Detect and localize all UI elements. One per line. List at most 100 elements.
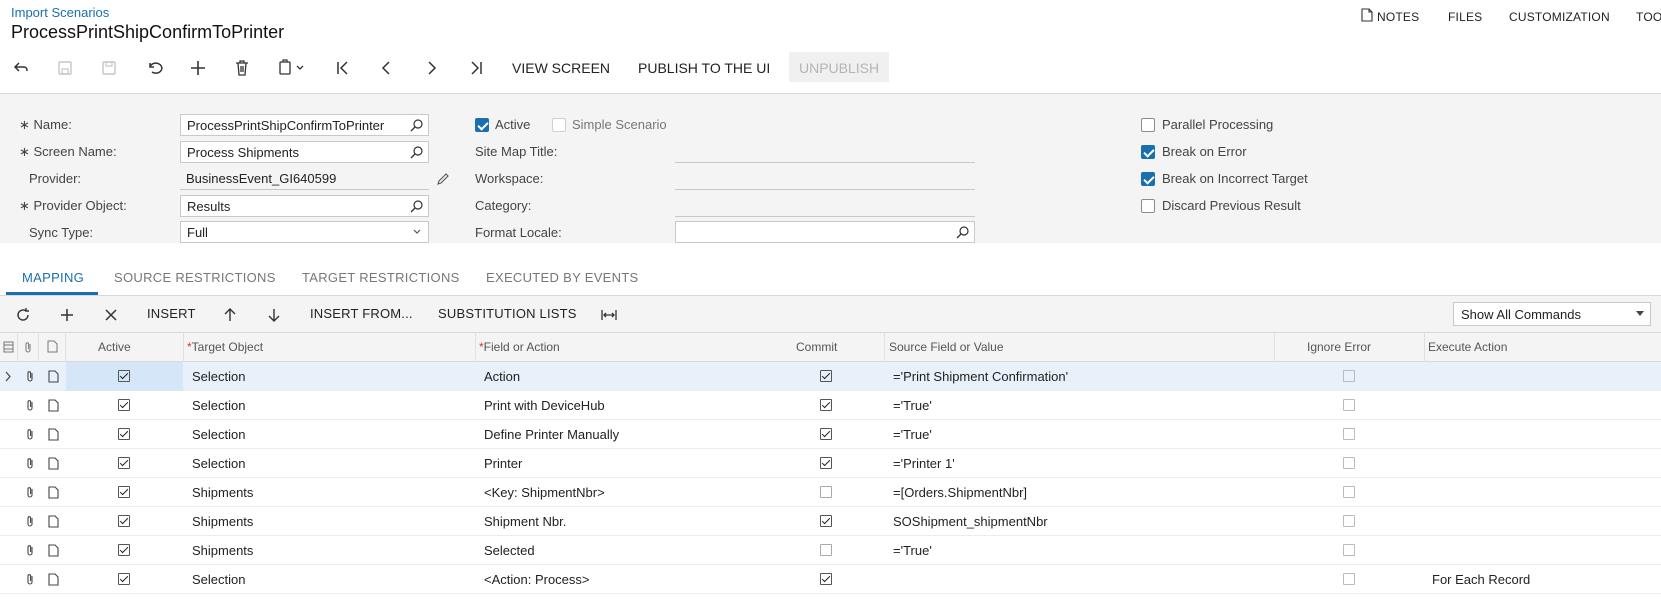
table-row[interactable]: Shipments Shipment Nbr. SOShipment_shipmen… bbox=[0, 507, 1661, 536]
active-checkbox[interactable] bbox=[475, 118, 489, 132]
col-source-field[interactable]: Source Field or Value bbox=[889, 340, 1004, 354]
col-ignore-error[interactable]: Ignore Error bbox=[1307, 340, 1371, 354]
field-or-action-cell[interactable]: Print with DeviceHub bbox=[484, 398, 605, 413]
attachment-icon[interactable] bbox=[25, 544, 35, 557]
target-object-cell[interactable]: Selection bbox=[192, 398, 245, 413]
source-field-cell[interactable]: =[Orders.ShipmentNbr] bbox=[893, 485, 1027, 500]
category-field[interactable] bbox=[675, 195, 975, 217]
row-active-checkbox[interactable] bbox=[118, 457, 130, 469]
col-field-or-action[interactable]: *Field or Action bbox=[479, 340, 560, 354]
add-icon[interactable] bbox=[187, 57, 209, 79]
table-row[interactable]: Selection Printer ='Printer 1' bbox=[0, 449, 1661, 478]
ignore-error-checkbox[interactable] bbox=[1343, 486, 1355, 498]
ignore-error-checkbox[interactable] bbox=[1343, 370, 1355, 382]
attachment-icon[interactable] bbox=[25, 486, 35, 499]
parallel-processing-checkbox[interactable] bbox=[1141, 118, 1155, 132]
simple-scenario-checkbox[interactable] bbox=[552, 118, 566, 132]
note-icon[interactable] bbox=[48, 515, 59, 528]
customization-link[interactable]: CUSTOMIZATION bbox=[1509, 10, 1610, 24]
row-selector-icon[interactable] bbox=[3, 341, 14, 353]
note-icon[interactable] bbox=[48, 457, 59, 470]
table-row[interactable]: Selection Action ='Print Shipment Confirma… bbox=[0, 362, 1661, 391]
commit-checkbox[interactable] bbox=[820, 486, 832, 498]
format-locale-field[interactable] bbox=[675, 221, 975, 243]
save-close-icon[interactable] bbox=[54, 57, 76, 79]
attachment-icon[interactable] bbox=[25, 399, 35, 412]
attachment-icon[interactable] bbox=[25, 457, 35, 470]
field-or-action-cell[interactable]: <Action: Process> bbox=[484, 572, 590, 587]
table-row[interactable]: Selection Define Printer Manually ='True' bbox=[0, 420, 1661, 449]
commit-checkbox[interactable] bbox=[820, 457, 832, 469]
unpublish-button[interactable]: UNPUBLISH bbox=[799, 60, 879, 76]
target-object-cell[interactable]: Selection bbox=[192, 427, 245, 442]
refresh-icon[interactable] bbox=[13, 305, 33, 325]
commit-checkbox[interactable] bbox=[820, 370, 832, 382]
note-icon[interactable] bbox=[48, 399, 59, 412]
search-icon[interactable] bbox=[410, 118, 424, 132]
add-row-icon[interactable] bbox=[57, 305, 77, 325]
provider-field[interactable]: BusinessEvent_GI640599 bbox=[180, 168, 429, 190]
row-active-checkbox[interactable] bbox=[118, 486, 130, 498]
source-field-cell[interactable]: ='Printer 1' bbox=[893, 456, 955, 471]
insert-button[interactable]: INSERT bbox=[147, 306, 196, 321]
ignore-error-checkbox[interactable] bbox=[1343, 457, 1355, 469]
table-row[interactable]: Selection Print with DeviceHub ='True' bbox=[0, 391, 1661, 420]
clipboard-icon[interactable] bbox=[275, 57, 309, 79]
field-or-action-cell[interactable]: Action bbox=[484, 369, 520, 384]
ignore-error-checkbox[interactable] bbox=[1343, 544, 1355, 556]
move-down-icon[interactable] bbox=[264, 305, 284, 325]
row-active-checkbox[interactable] bbox=[118, 370, 130, 382]
field-or-action-cell[interactable]: Shipment Nbr. bbox=[484, 514, 566, 529]
table-row[interactable]: Shipments Selected ='True' bbox=[0, 536, 1661, 565]
note-icon[interactable] bbox=[48, 486, 59, 499]
ignore-error-checkbox[interactable] bbox=[1343, 515, 1355, 527]
source-field-cell[interactable]: ='True' bbox=[893, 398, 932, 413]
field-or-action-cell[interactable]: Define Printer Manually bbox=[484, 427, 619, 442]
substitution-lists-button[interactable]: SUBSTITUTION LISTS bbox=[438, 306, 577, 321]
tools-link[interactable]: TOO bbox=[1636, 10, 1661, 24]
ignore-error-checkbox[interactable] bbox=[1343, 428, 1355, 440]
search-icon[interactable] bbox=[410, 199, 424, 213]
move-up-icon[interactable] bbox=[220, 305, 240, 325]
row-active-checkbox[interactable] bbox=[118, 515, 130, 527]
last-record-icon[interactable] bbox=[465, 57, 487, 79]
view-screen-button[interactable]: VIEW SCREEN bbox=[512, 60, 610, 76]
row-active-checkbox[interactable] bbox=[118, 544, 130, 556]
break-on-error-checkbox[interactable] bbox=[1141, 145, 1155, 159]
note-icon[interactable] bbox=[48, 428, 59, 441]
commit-checkbox[interactable] bbox=[820, 573, 832, 585]
tab-executed-by-events[interactable]: EXECUTED BY EVENTS bbox=[486, 270, 639, 285]
edit-pencil-icon[interactable] bbox=[436, 172, 450, 186]
notes-icon[interactable] bbox=[1361, 8, 1373, 25]
row-active-checkbox[interactable] bbox=[118, 399, 130, 411]
break-on-incorrect-target-checkbox[interactable] bbox=[1141, 172, 1155, 186]
target-object-cell[interactable]: Shipments bbox=[192, 485, 253, 500]
ignore-error-checkbox[interactable] bbox=[1343, 399, 1355, 411]
search-icon[interactable] bbox=[410, 145, 424, 159]
save-icon[interactable] bbox=[98, 57, 120, 79]
back-icon[interactable] bbox=[10, 57, 32, 79]
fit-columns-icon[interactable] bbox=[599, 305, 619, 325]
discard-previous-result-checkbox[interactable] bbox=[1141, 199, 1155, 213]
table-row[interactable]: Shipments <Key: ShipmentNbr> =[Orders.Ship… bbox=[0, 478, 1661, 507]
row-active-checkbox[interactable] bbox=[118, 573, 130, 585]
breadcrumb-link[interactable]: Import Scenarios bbox=[11, 5, 109, 20]
target-object-cell[interactable]: Selection bbox=[192, 572, 245, 587]
insert-from-button[interactable]: INSERT FROM... bbox=[310, 306, 413, 321]
row-active-checkbox[interactable] bbox=[118, 428, 130, 440]
source-field-cell[interactable]: ='Print Shipment Confirmation' bbox=[893, 369, 1068, 384]
files-link[interactable]: FILES bbox=[1448, 10, 1482, 24]
next-record-icon[interactable] bbox=[420, 57, 442, 79]
col-target-object[interactable]: *Target Object bbox=[187, 340, 263, 354]
field-or-action-cell[interactable]: Selected bbox=[484, 543, 535, 558]
ignore-error-checkbox[interactable] bbox=[1343, 573, 1355, 585]
attachment-icon[interactable] bbox=[25, 515, 35, 528]
workspace-field[interactable] bbox=[675, 168, 975, 190]
source-field-cell[interactable]: ='True' bbox=[893, 543, 932, 558]
col-active[interactable]: Active bbox=[98, 340, 131, 354]
first-record-icon[interactable] bbox=[332, 57, 354, 79]
attachment-icon[interactable] bbox=[25, 573, 35, 586]
field-or-action-cell[interactable]: <Key: ShipmentNbr> bbox=[484, 485, 605, 500]
search-icon[interactable] bbox=[956, 225, 970, 239]
provider-object-field[interactable]: Results bbox=[180, 195, 429, 217]
